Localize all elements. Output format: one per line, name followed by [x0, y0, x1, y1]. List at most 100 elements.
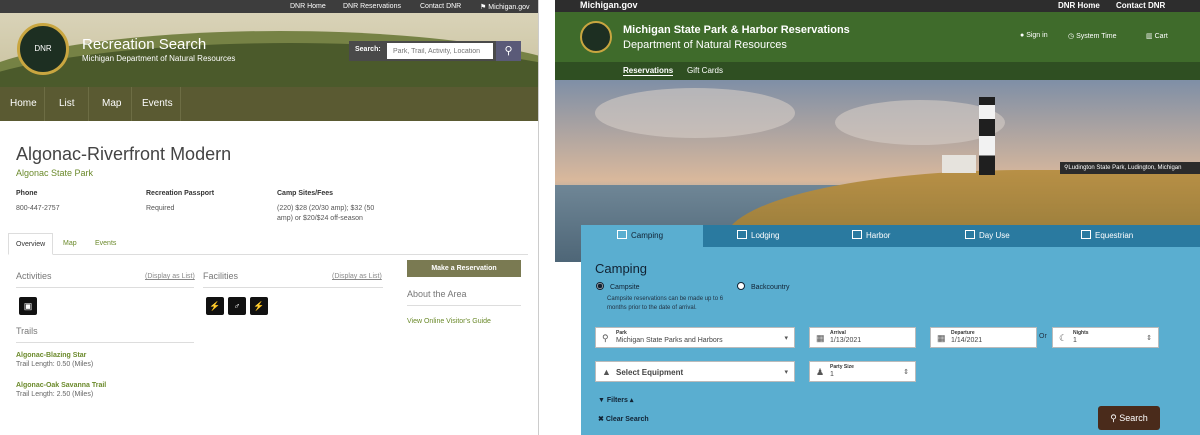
sub-nav: Reservations Gift Cards — [555, 62, 1200, 80]
nights-label: Nights — [1073, 330, 1089, 336]
top-links-bar: DNR Home DNR Reservations Contact DNR ⚑ … — [0, 0, 538, 13]
dnr-seal-logo[interactable]: DNR — [17, 23, 69, 75]
cart-link[interactable]: ▥ Cart — [1146, 32, 1168, 40]
phone-label: Phone — [16, 190, 38, 197]
chevron-down-icon: ▾ — [784, 369, 788, 376]
tab-harbor[interactable]: Harbor — [852, 225, 890, 247]
phone-info: Phone 800-447-2757 — [16, 190, 60, 214]
dnr-reservations-link[interactable]: DNR Reservations — [343, 3, 401, 10]
water-hookup-icon[interactable]: ⚡ — [250, 297, 268, 315]
tab-events[interactable]: Events — [95, 233, 116, 255]
trail-item[interactable]: Algonac-Oak Savanna Trail Trail Length: … — [16, 382, 106, 398]
nights-stepper[interactable]: ☾ Nights 1 ⇕ — [1052, 327, 1159, 348]
nav-home[interactable]: Home — [10, 98, 37, 109]
search-bar: Search: ⚲ — [349, 41, 521, 61]
park-select[interactable]: ⚲ Park Michigan State Parks and Harbors … — [595, 327, 795, 348]
arrival-date-field[interactable]: ▦ Arrival 1/13/2021 — [809, 327, 916, 348]
dnr-seal-logo[interactable] — [580, 21, 612, 53]
fees-value: (220) $28 (20/30 amp); $32 (50 amp) or $… — [277, 205, 375, 222]
chevron-down-icon: ▾ — [784, 335, 788, 342]
tab-equestrian[interactable]: Equestrian — [1081, 225, 1133, 247]
park-subtitle[interactable]: Algonac State Park — [16, 168, 93, 178]
make-reservation-button[interactable]: Make a Reservation — [407, 260, 521, 277]
departure-date-field[interactable]: ▦ Departure 1/14/2021 — [930, 327, 1037, 348]
backcountry-radio[interactable]: Backcountry — [737, 282, 790, 291]
search-label: Search: — [355, 46, 381, 53]
reservation-type-tabs: Camping Lodging Harbor Day Use Equestria… — [581, 225, 1200, 247]
trail-name[interactable]: Algonac-Oak Savanna Trail — [16, 382, 106, 389]
tab-overview[interactable]: Overview — [8, 233, 54, 255]
trail-item[interactable]: Algonac-Blazing Star Trail Length: 0.50 … — [16, 352, 93, 368]
site-header: DNR Recreation Search Michigan Departmen… — [0, 13, 538, 87]
nav-list[interactable]: List — [59, 98, 75, 109]
radio-icon — [737, 282, 745, 290]
park-title: Algonac-Riverfront Modern — [16, 144, 232, 164]
site-title: Recreation Search — [82, 36, 207, 53]
camping-panel: Camping Campsite Backcountry Campsite re… — [581, 247, 1200, 435]
or-label: Or — [1039, 333, 1047, 340]
panel-title: Camping — [595, 261, 648, 276]
campsite-note: Campsite reservations can be made up to … — [607, 296, 724, 311]
divider — [16, 287, 194, 288]
facilities-display-list[interactable]: (Display as List) — [332, 273, 382, 280]
sign-in-link[interactable]: ● Sign in — [1020, 32, 1048, 39]
contact-dnr-link[interactable]: Contact DNR — [1116, 1, 1165, 10]
tab-day-use[interactable]: Day Use — [965, 225, 1010, 247]
activities-heading: Activities — [16, 271, 52, 281]
equipment-value: Select Equipment — [616, 368, 684, 377]
electric-icon[interactable]: ⚡ — [206, 297, 224, 315]
tab-camping[interactable]: Camping — [581, 225, 703, 247]
filters-toggle[interactable]: ▼ Filters ▴ — [598, 396, 633, 404]
cart-icon: ▥ — [1146, 33, 1155, 40]
search-button[interactable]: ⚲ Search — [1098, 406, 1160, 430]
reservations-header: Michigan State Park & Harbor Reservation… — [555, 12, 1200, 62]
dnr-home-link[interactable]: DNR Home — [290, 3, 326, 10]
recreation-search-pane: DNR Home DNR Reservations Contact DNR ⚑ … — [0, 0, 538, 435]
tab-lodging[interactable]: Lodging — [737, 225, 779, 247]
campsite-radio[interactable]: Campsite — [596, 282, 640, 291]
cloud — [595, 88, 795, 138]
nights-value: 1 — [1073, 337, 1077, 344]
search-icon[interactable]: ⚲ — [496, 41, 521, 61]
party-size-stepper[interactable]: ♟ Party Size 1 ⇕ — [809, 361, 916, 382]
fees-info: Camp Sites/Fees (220) $28 (20/30 amp); $… — [277, 190, 387, 224]
radio-selected-icon — [596, 282, 604, 290]
visitor-guide-link[interactable]: View Online Visitor's Guide — [407, 318, 491, 325]
search-input[interactable] — [387, 43, 493, 59]
rv-icon[interactable]: ▣ — [19, 297, 37, 315]
contact-dnr-link[interactable]: Contact DNR — [420, 3, 461, 10]
park-label: Park — [616, 330, 627, 336]
michigan-icon: ⚑ — [480, 4, 489, 11]
equipment-select[interactable]: ▲ Select Equipment ▾ — [595, 361, 795, 382]
passport-info: Recreation Passport Required — [146, 190, 214, 214]
picnic-icon — [965, 230, 975, 239]
tent-icon — [617, 230, 627, 239]
restroom-icon[interactable]: ♂ — [228, 297, 246, 315]
lighthouse — [979, 97, 995, 175]
stepper-icon[interactable]: ⇕ — [903, 368, 909, 376]
stepper-icon[interactable]: ⇕ — [1146, 334, 1152, 342]
clock-icon: ◷ — [1068, 33, 1077, 40]
filter-icon: ▼ — [598, 397, 607, 404]
nav-reservations[interactable]: Reservations — [623, 66, 674, 76]
nav-divider — [88, 87, 89, 121]
calendar-icon: ▦ — [816, 333, 825, 343]
trails-heading: Trails — [16, 326, 38, 336]
close-icon: ✖ — [598, 416, 606, 423]
system-time-link[interactable]: ◷ System Time — [1068, 32, 1117, 40]
activities-display-list[interactable]: (Display as List) — [145, 273, 195, 280]
departure-value: 1/14/2021 — [951, 337, 983, 344]
reservations-pane: Michigan.gov DNR Home Contact DNR Michig… — [555, 0, 1200, 435]
divider — [203, 287, 383, 288]
trail-name[interactable]: Algonac-Blazing Star — [16, 352, 93, 359]
michigan-gov-link[interactable]: ⚑ Michigan.gov — [480, 3, 529, 11]
dnr-home-link[interactable]: DNR Home — [1058, 1, 1100, 10]
nav-gift-cards[interactable]: Gift Cards — [687, 66, 723, 75]
clear-search-link[interactable]: ✖ Clear Search — [598, 415, 649, 423]
michigan-gov-logo[interactable]: Michigan.gov — [580, 0, 638, 10]
passport-value: Required — [146, 205, 175, 212]
nav-map[interactable]: Map — [102, 98, 121, 109]
nav-events[interactable]: Events — [142, 98, 173, 109]
passport-label: Recreation Passport — [146, 190, 215, 197]
tab-map[interactable]: Map — [63, 233, 77, 255]
